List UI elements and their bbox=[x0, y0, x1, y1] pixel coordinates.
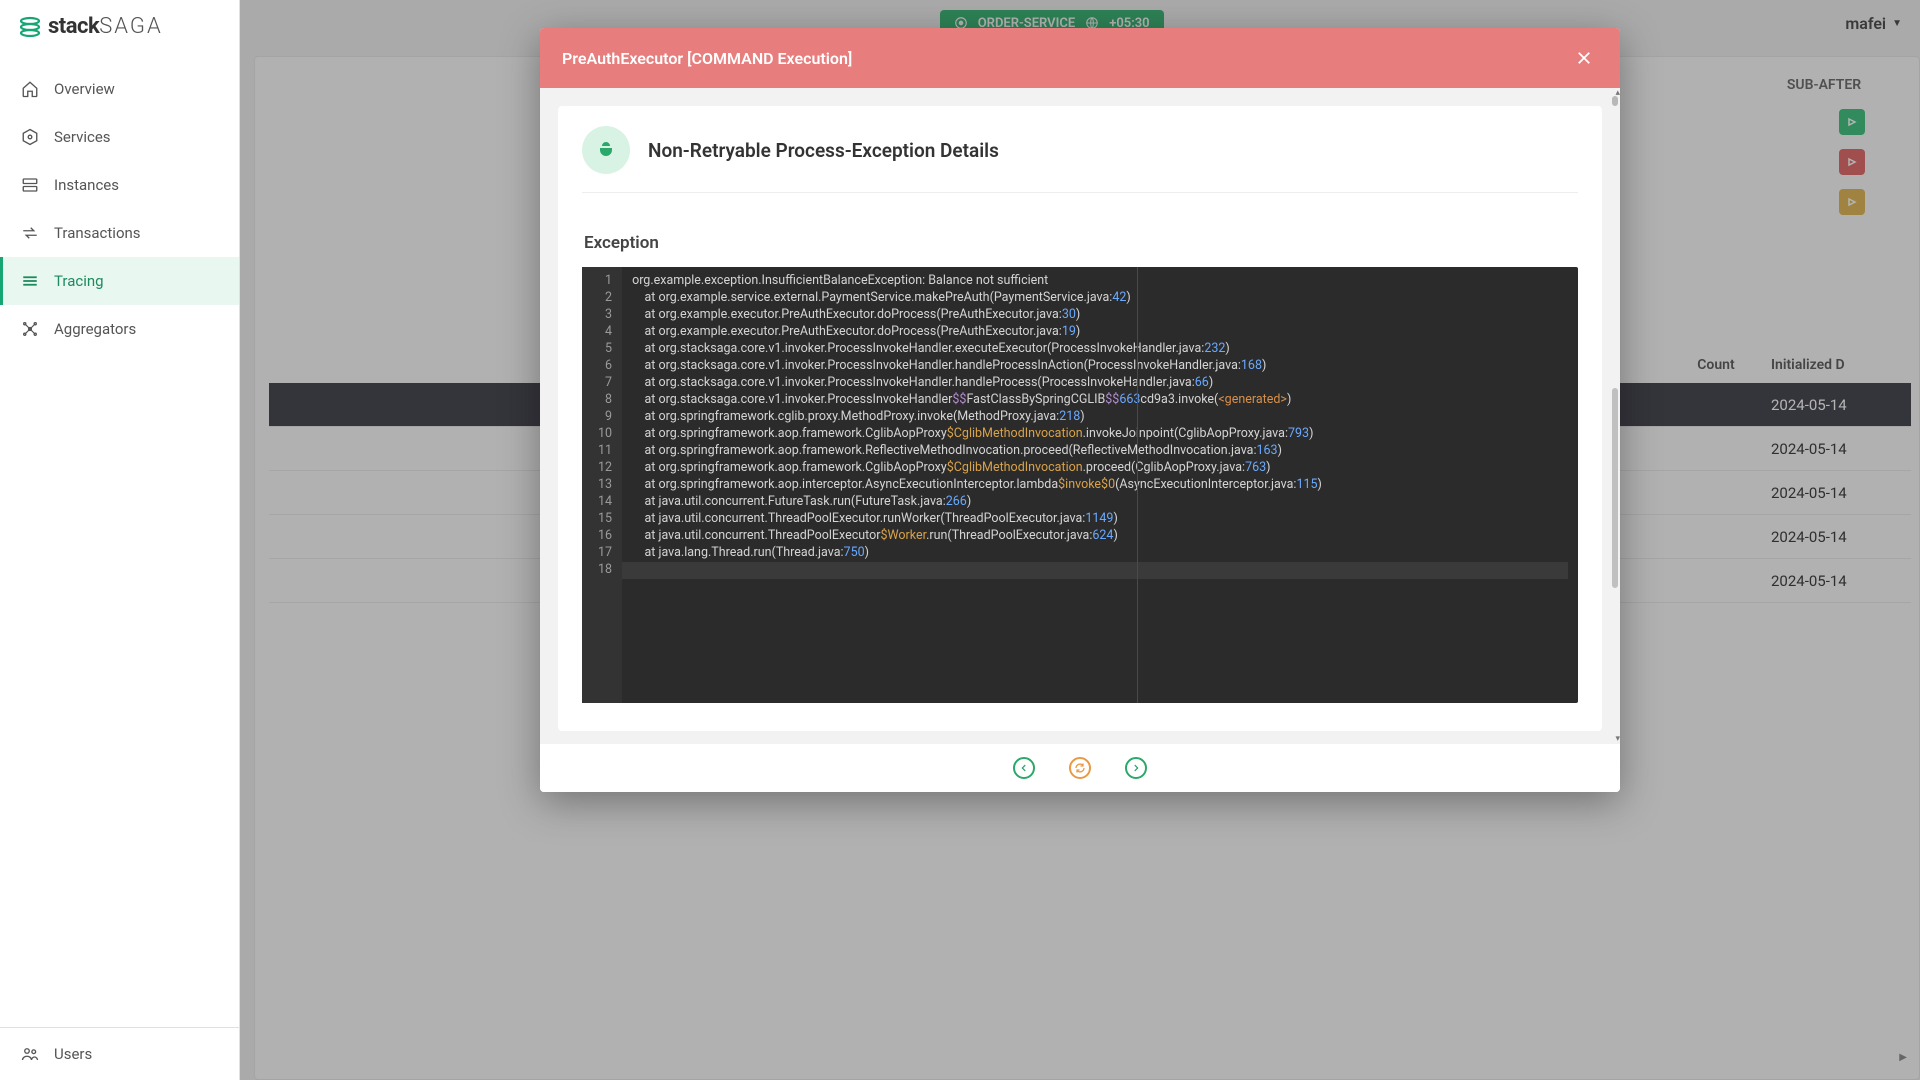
logo-icon bbox=[18, 15, 42, 39]
nav-overview[interactable]: Overview bbox=[0, 65, 239, 113]
code-gutter: 123456789101112131415161718 bbox=[582, 267, 622, 703]
modal: PreAuthExecutor [COMMAND Execution] ▴ ▾ bbox=[540, 28, 1620, 792]
modal-title: PreAuthExecutor [COMMAND Execution] bbox=[562, 49, 852, 68]
nav-users[interactable]: Users bbox=[0, 1028, 239, 1080]
server-icon bbox=[20, 175, 40, 195]
section-title: Non-Retryable Process-Exception Details bbox=[648, 139, 999, 162]
nav-tracing[interactable]: Tracing bbox=[0, 257, 239, 305]
logo-text: stackSAGA bbox=[48, 14, 163, 39]
nav-label: Tracing bbox=[54, 272, 104, 290]
home-icon bbox=[20, 79, 40, 99]
modal-body: ▴ ▾ Non-Retryable Process-Exception Deta… bbox=[540, 88, 1620, 744]
nav-label: Transactions bbox=[54, 224, 141, 242]
nav-services[interactable]: Services bbox=[0, 113, 239, 161]
refresh-button[interactable] bbox=[1069, 757, 1091, 779]
nav-instances[interactable]: Instances bbox=[0, 161, 239, 209]
users-icon bbox=[20, 1044, 40, 1064]
modal-footer bbox=[540, 744, 1620, 792]
nav-transactions[interactable]: Transactions bbox=[0, 209, 239, 257]
logo: stackSAGA bbox=[0, 0, 239, 53]
code-lines: org.example.exception.InsufficientBalanc… bbox=[622, 267, 1578, 703]
swap-icon bbox=[20, 223, 40, 243]
nav-label: Aggregators bbox=[54, 320, 136, 338]
nav: Overview Services Instances Transactions… bbox=[0, 53, 239, 1027]
network-icon bbox=[20, 319, 40, 339]
bug-icon bbox=[582, 126, 630, 174]
nav-label: Instances bbox=[54, 176, 119, 194]
next-button[interactable] bbox=[1125, 757, 1147, 779]
main: ORDER-SERVICE +05:30 mafei ▼ SUB-AFTER bbox=[240, 0, 1920, 1080]
sidebar-bottom: Users bbox=[0, 1027, 239, 1080]
nav-aggregators[interactable]: Aggregators bbox=[0, 305, 239, 353]
modal-scrollbar[interactable]: ▴ ▾ bbox=[1608, 88, 1618, 744]
prev-button[interactable] bbox=[1013, 757, 1035, 779]
exception-section: Non-Retryable Process-Exception Details … bbox=[558, 106, 1602, 731]
code-block[interactable]: 123456789101112131415161718 org.example.… bbox=[582, 267, 1578, 703]
modal-overlay: PreAuthExecutor [COMMAND Execution] ▴ ▾ bbox=[240, 0, 1920, 1080]
nav-label: Services bbox=[54, 128, 111, 146]
lines-icon bbox=[20, 271, 40, 291]
exception-label: Exception bbox=[582, 233, 1578, 253]
nav-label: Overview bbox=[54, 80, 115, 98]
sidebar: stackSAGA Overview Services Instances Tr… bbox=[0, 0, 240, 1080]
hex-icon bbox=[20, 127, 40, 147]
modal-header: PreAuthExecutor [COMMAND Execution] bbox=[540, 28, 1620, 88]
close-button[interactable] bbox=[1570, 44, 1598, 72]
nav-label: Users bbox=[54, 1045, 92, 1063]
